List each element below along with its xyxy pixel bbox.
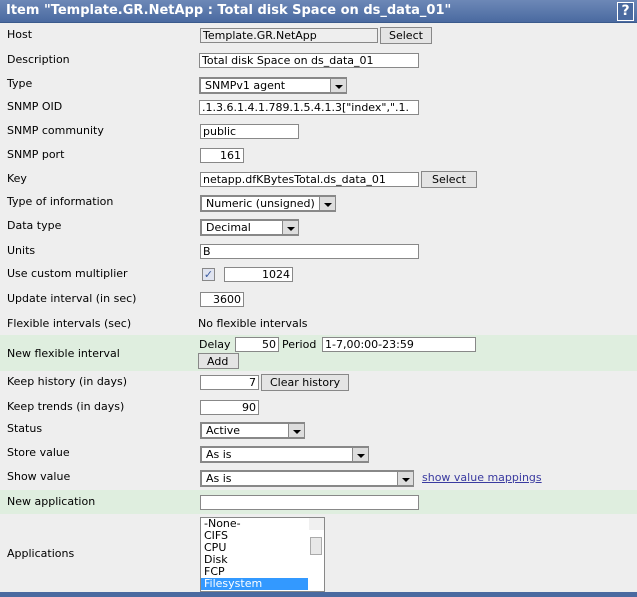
status-value: Active (206, 424, 241, 437)
data-type-value: Decimal (206, 221, 251, 234)
form-title: Item "Template.GR.NetApp : Total disk Sp… (6, 3, 452, 18)
data-type-select[interactable]: Decimal (200, 219, 299, 236)
new-flexible-interval-label: New flexible interval (7, 347, 120, 360)
scrollbar-thumb[interactable] (310, 537, 322, 555)
keep-trends-input[interactable]: 90 (200, 400, 259, 415)
description-input[interactable]: Total disk Space on ds_data_01 (199, 53, 419, 68)
chevron-down-icon (288, 424, 304, 437)
key-input[interactable]: netapp.dfKBytesTotal.ds_data_01 (200, 172, 419, 187)
show-value-value: As is (206, 472, 232, 485)
applications-listbox[interactable]: -None- CIFS CPU Disk FCP Filesystem (200, 517, 325, 592)
clear-history-button[interactable]: Clear history (261, 374, 350, 391)
data-type-label: Data type (7, 219, 62, 232)
update-interval-input[interactable]: 3600 (200, 292, 244, 307)
new-application-input[interactable] (200, 495, 419, 510)
type-label: Type (7, 77, 33, 90)
chevron-down-icon (352, 448, 368, 461)
delay-label: Delay (199, 338, 231, 351)
type-value: SNMPv1 agent (205, 79, 286, 92)
type-select[interactable]: SNMPv1 agent (199, 77, 347, 94)
type-of-information-label: Type of information (7, 195, 114, 208)
show-value-select[interactable]: As is (200, 470, 414, 487)
store-value-select[interactable]: As is (200, 446, 369, 463)
snmp-oid-input[interactable]: .1.3.6.1.4.1.789.1.5.4.1.3["index",".1. (199, 100, 419, 115)
type-of-information-select[interactable]: Numeric (unsigned) (200, 195, 336, 212)
chevron-down-icon (397, 472, 413, 485)
show-value-mappings-link[interactable]: show value mappings (422, 471, 542, 484)
snmp-community-input[interactable]: public (200, 124, 299, 139)
update-interval-label: Update interval (in sec) (7, 292, 137, 305)
units-input[interactable]: B (200, 244, 419, 259)
chevron-down-icon (319, 197, 335, 210)
description-label: Description (7, 53, 70, 66)
custom-multiplier-input[interactable]: 1024 (224, 267, 293, 282)
snmp-port-label: SNMP port (7, 148, 65, 161)
host-label: Host (7, 28, 33, 41)
key-select-button[interactable]: Select (421, 171, 477, 188)
snmp-community-label: SNMP community (7, 124, 104, 137)
chevron-down-icon (330, 79, 346, 92)
store-value-label: Store value (7, 446, 70, 459)
period-input[interactable]: 1-7,00:00-23:59 (322, 337, 476, 352)
flexible-intervals-label: Flexible intervals (sec) (7, 317, 132, 330)
help-icon[interactable]: ? (617, 2, 634, 21)
status-label: Status (7, 422, 43, 435)
host-field[interactable]: Template.GR.NetApp (200, 28, 378, 43)
snmp-oid-label: SNMP OID (7, 100, 63, 113)
application-option-selected[interactable]: Filesystem (201, 578, 308, 590)
type-of-information-value: Numeric (unsigned) (206, 197, 315, 210)
host-select-button[interactable]: Select (380, 27, 432, 44)
new-application-label: New application (7, 495, 96, 508)
show-value-label: Show value (7, 470, 71, 483)
form-header: Item "Template.GR.NetApp : Total disk Sp… (0, 0, 637, 23)
flexible-intervals-value: No flexible intervals (198, 317, 308, 330)
keep-history-label: Keep history (in days) (7, 375, 128, 388)
custom-multiplier-checkbox[interactable]: ✓ (202, 268, 215, 281)
key-label: Key (7, 172, 27, 185)
snmp-port-input[interactable]: 161 (200, 148, 244, 163)
period-label: Period (282, 338, 317, 351)
keep-history-input[interactable]: 7 (200, 375, 259, 390)
custom-multiplier-label: Use custom multiplier (7, 267, 128, 280)
keep-trends-label: Keep trends (in days) (7, 400, 125, 413)
store-value-value: As is (206, 448, 232, 461)
footer-bar (0, 592, 637, 597)
chevron-down-icon (282, 221, 298, 234)
add-interval-button[interactable]: Add (198, 353, 239, 369)
applications-scrollbar[interactable] (309, 518, 324, 555)
status-select[interactable]: Active (200, 422, 305, 439)
applications-label: Applications (7, 547, 75, 560)
delay-input[interactable]: 50 (235, 337, 279, 352)
units-label: Units (7, 244, 36, 257)
